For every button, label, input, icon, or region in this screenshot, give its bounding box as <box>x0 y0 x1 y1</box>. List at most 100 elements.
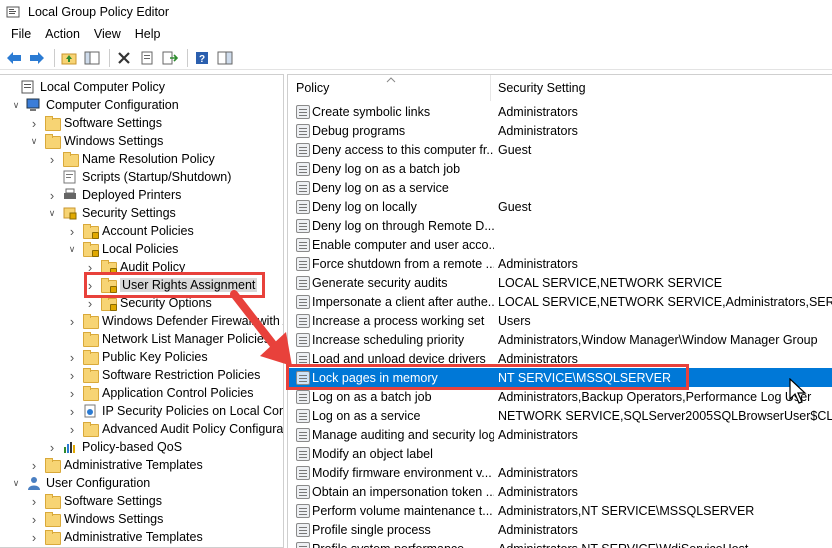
show-hide-tree-icon[interactable] <box>82 48 102 68</box>
expand-chevron-right-icon[interactable]: › <box>28 456 40 474</box>
tree-item[interactable]: › Application Control Policies <box>66 384 253 402</box>
back-arrow-icon[interactable] <box>4 48 24 68</box>
policy-name: Force shutdown from a remote ... <box>312 256 494 271</box>
menu-action[interactable]: Action <box>38 27 87 41</box>
expand-chevron-right-icon[interactable]: › <box>84 258 96 276</box>
tree-item[interactable]: ∨ Computer Configuration <box>10 96 179 114</box>
tree-item[interactable]: › Audit Policy <box>84 258 185 276</box>
title-bar: Local Group Policy Editor <box>0 0 832 24</box>
expand-chevron-down-icon[interactable]: ∨ <box>28 132 40 150</box>
security-setting-value: Administrators,Window Manager\Window Man… <box>498 332 818 347</box>
policy-row[interactable]: Debug programs Administrators <box>288 121 832 140</box>
expand-chevron-right-icon[interactable]: › <box>46 150 58 168</box>
expand-chevron-right-icon[interactable]: › <box>66 222 78 240</box>
properties-icon[interactable] <box>137 48 157 68</box>
policy-row[interactable]: Impersonate a client after authe... LOCAL… <box>288 292 832 311</box>
policy-row[interactable]: Modify an object label <box>288 444 832 463</box>
expand-chevron-right-icon[interactable]: › <box>28 510 40 528</box>
expand-chevron-down-icon[interactable]: ∨ <box>10 96 22 114</box>
policy-row[interactable]: Generate security audits LOCAL SERVICE,NE… <box>288 273 832 292</box>
tree-item[interactable]: ∨ Local Policies <box>66 240 178 258</box>
show-pane-icon[interactable] <box>215 48 235 68</box>
expand-chevron-right-icon[interactable]: › <box>46 438 58 456</box>
forward-arrow-icon[interactable] <box>27 48 47 68</box>
up-folder-icon[interactable] <box>59 48 79 68</box>
folder-icon <box>82 385 99 401</box>
expand-chevron-right-icon[interactable]: › <box>66 348 78 366</box>
tree-item[interactable]: › Software Settings <box>28 492 162 510</box>
expand-chevron-right-icon[interactable]: › <box>28 114 40 132</box>
tree-item[interactable]: ∨ Windows Settings <box>28 132 163 150</box>
expand-chevron-right-icon[interactable]: › <box>28 528 40 546</box>
policy-row[interactable]: Log on as a service NETWORK SERVICE,SQLSe… <box>288 406 832 425</box>
policy-row[interactable]: Increase scheduling priority Administrato… <box>288 330 832 349</box>
policy-row[interactable]: Obtain an impersonation token ... Adminis… <box>288 482 832 501</box>
policy-row[interactable]: Enable computer and user acco... <box>288 235 832 254</box>
tree-item[interactable]: › Name Resolution Policy <box>46 150 215 168</box>
expand-chevron-right-icon[interactable]: › <box>66 420 78 438</box>
tree-item[interactable]: › Policy-based QoS <box>46 438 182 456</box>
tree-item[interactable]: › Advanced Audit Policy Configurat <box>66 420 283 438</box>
policy-row[interactable]: Deny log on locally Guest <box>288 197 832 216</box>
policy-cell: Modify firmware environment v... <box>296 465 494 480</box>
menu-view[interactable]: View <box>87 27 128 41</box>
expand-chevron-right-icon[interactable]: › <box>84 294 96 312</box>
policy-setting-icon <box>296 484 310 499</box>
menu-help[interactable]: Help <box>128 27 168 41</box>
policy-cell: Deny log on through Remote D... <box>296 218 494 233</box>
policy-row[interactable]: Manage auditing and security log Administ… <box>288 425 832 444</box>
policy-row[interactable]: Deny access to this computer fr... Guest <box>288 140 832 159</box>
expand-chevron-right-icon[interactable]: › <box>28 492 40 510</box>
expand-chevron-right-icon[interactable]: › <box>66 366 78 384</box>
policy-list-pane[interactable]: Policy Security Setting Create symbolic … <box>287 74 832 548</box>
policy-row[interactable]: Create symbolic links Administrators <box>288 102 832 121</box>
column-header-security-setting[interactable]: Security Setting <box>498 75 828 101</box>
menu-file[interactable]: File <box>4 27 38 41</box>
policy-row[interactable]: Profile single process Administrators <box>288 520 832 539</box>
folder-icon <box>44 511 61 527</box>
policy-row[interactable]: Deny log on as a service <box>288 178 832 197</box>
tree-item[interactable]: Local Computer Policy <box>4 78 165 96</box>
delete-icon[interactable] <box>114 48 134 68</box>
tree-item[interactable]: › Security Options <box>84 294 212 312</box>
tree-item[interactable]: › Public Key Policies <box>66 348 208 366</box>
policy-cell: Increase a process working set <box>296 313 494 328</box>
expand-chevron-down-icon[interactable]: ∨ <box>10 474 22 492</box>
policy-row[interactable]: Deny log on as a batch job <box>288 159 832 178</box>
tree-item[interactable]: ∨ User Configuration <box>10 474 150 492</box>
tree-item[interactable]: › Account Policies <box>66 222 194 240</box>
expand-chevron-down-icon[interactable]: ∨ <box>46 204 58 222</box>
expand-chevron-right-icon[interactable]: › <box>66 384 78 402</box>
policy-row[interactable]: Deny log on through Remote D... <box>288 216 832 235</box>
folder-icon <box>44 529 61 545</box>
tree-item[interactable]: › Deployed Printers <box>46 186 182 204</box>
policy-row[interactable]: Modify firmware environment v... Administ… <box>288 463 832 482</box>
policy-row[interactable]: Log on as a batch job Administrators,Back… <box>288 387 832 406</box>
tree-item[interactable]: Scripts (Startup/Shutdown) <box>46 168 231 186</box>
expand-chevron-down-icon[interactable]: ∨ <box>66 240 78 258</box>
security-setting-value: Administrators,Backup Operators,Performa… <box>498 389 812 404</box>
tree-item[interactable]: ∨ Security Settings <box>46 204 176 222</box>
column-divider[interactable] <box>490 75 491 101</box>
help-icon[interactable]: ? <box>192 48 212 68</box>
toolbar-separator <box>187 48 188 67</box>
policy-row[interactable]: Force shutdown from a remote ... Administ… <box>288 254 832 273</box>
policy-name: Create symbolic links <box>312 104 431 119</box>
export-list-icon[interactable] <box>160 48 180 68</box>
policy-row[interactable]: Increase a process working set Users <box>288 311 832 330</box>
tree-item-label: Audit Policy <box>120 260 186 274</box>
folder-icon <box>44 133 61 149</box>
expand-chevron-right-icon[interactable]: › <box>46 186 58 204</box>
policy-row[interactable]: Profile system performance Administrators… <box>288 539 832 548</box>
policy-row[interactable]: Lock pages in memory NT SERVICE\MSSQLSERV… <box>288 368 832 387</box>
tree-item[interactable]: › Windows Settings <box>28 510 163 528</box>
policy-row[interactable]: Perform volume maintenance t... Administr… <box>288 501 832 520</box>
policy-row[interactable]: Load and unload device drivers Administra… <box>288 349 832 368</box>
tree-item[interactable]: › Software Settings <box>28 114 162 132</box>
expand-chevron-right-icon[interactable]: › <box>66 402 78 420</box>
expand-chevron-right-icon[interactable]: › <box>66 312 78 330</box>
tree-item[interactable]: › Administrative Templates <box>28 456 203 474</box>
tree-item[interactable]: › IP Security Policies on Local Comp <box>66 402 283 420</box>
expand-chevron-right-icon[interactable]: › <box>84 276 96 294</box>
tree-item[interactable]: › Administrative Templates <box>28 528 203 546</box>
